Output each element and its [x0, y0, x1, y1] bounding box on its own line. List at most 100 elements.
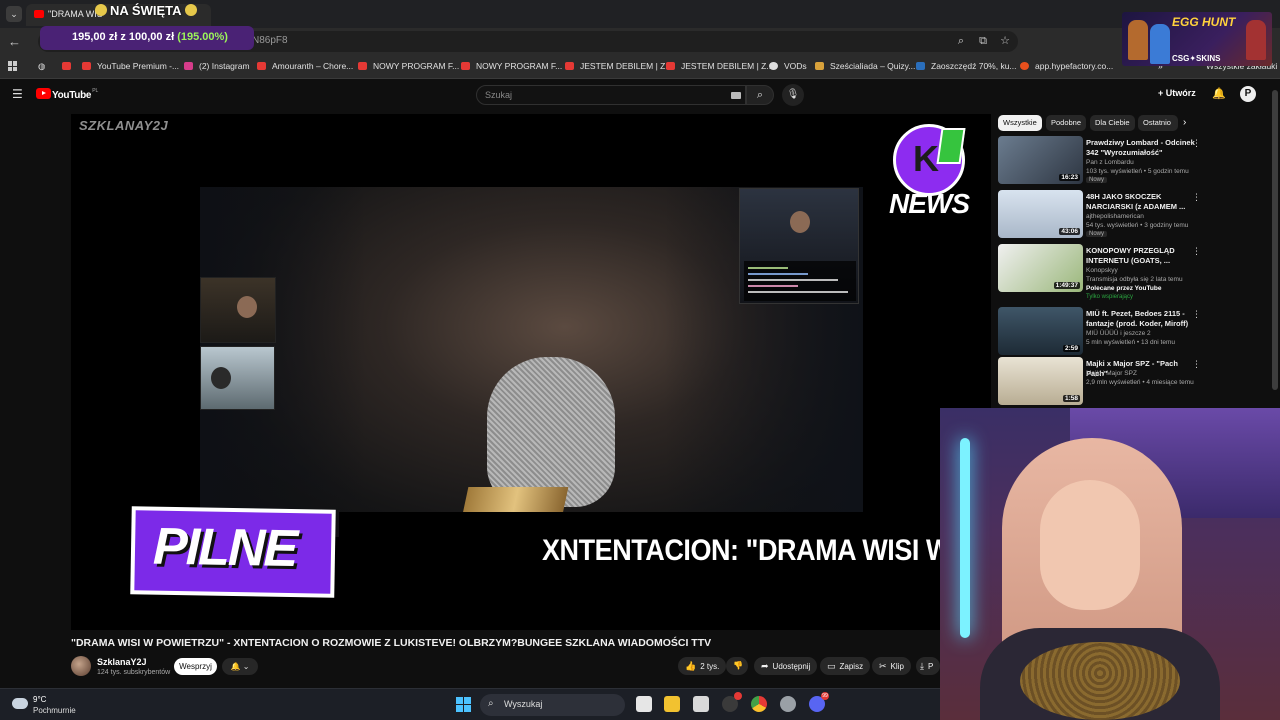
taskbar-search[interactable]: ⌕ Wyszukaj	[480, 694, 625, 716]
taskbar-search-label: Wyszukaj	[504, 699, 543, 709]
bookmark-item[interactable]: YouTube Premium -...	[82, 61, 179, 71]
rec-meta: 2,9 mln wyświetleń • 4 miesiące temu	[1086, 379, 1194, 386]
search-box	[476, 85, 746, 105]
like-button[interactable]: 👍 2 tys.	[678, 657, 727, 675]
windows-start-icon[interactable]	[456, 697, 471, 712]
chrome-icon[interactable]: ◍	[38, 61, 45, 72]
video-thumbnail[interactable]: 1:49:37	[998, 244, 1083, 292]
tab-search-button[interactable]: ⌄	[6, 6, 22, 22]
star-icon[interactable]: ☆	[998, 34, 1012, 48]
video-thumbnail[interactable]: 1:58	[998, 357, 1083, 405]
subscription-notifications-button[interactable]: 🔔 ⌄	[222, 658, 258, 675]
video-thumbnail[interactable]: 2:59	[998, 307, 1083, 355]
bookmark-item[interactable]: JESTEM DEBILEM | Z...	[565, 61, 672, 71]
chip-related[interactable]: Podobne	[1046, 115, 1087, 131]
ad-character	[1128, 20, 1148, 60]
more-options-icon[interactable]: ⋮	[1192, 246, 1201, 257]
share-button[interactable]: ➦ Udostępnij	[754, 657, 818, 675]
channel-name[interactable]: SzklanaY2J	[97, 657, 147, 667]
rec-channel[interactable]: Majki i Major SPZ	[1086, 370, 1137, 377]
video-thumbnail[interactable]: 43:06	[998, 190, 1083, 238]
zoom-icon[interactable]: ⌕	[954, 34, 968, 48]
bookmark-item[interactable]: Sześcialiada – Quizy...	[815, 61, 915, 71]
video-thumbnail[interactable]: 16:23	[998, 136, 1083, 184]
notifications-bell-icon[interactable]: 🔔	[1212, 87, 1226, 101]
rec-title[interactable]: KONOPOWY PRZEGLĄD INTERNETU (GOATS, ...	[1086, 246, 1196, 265]
recommended-video[interactable]: 16:23 Prawdziwy Lombard - Odcinek 342 "W…	[998, 136, 1268, 186]
ad-character	[1246, 20, 1266, 60]
rec-channel[interactable]: MIÜ ÜÜÜÜ i jeszcze 2	[1086, 330, 1151, 337]
support-button[interactable]: Wesprzyj	[174, 658, 217, 675]
rec-channel[interactable]: Konopskyy	[1086, 267, 1118, 274]
k-news-badge	[936, 128, 966, 164]
download-button[interactable]: ⤓ P	[916, 657, 940, 675]
apps-grid-icon[interactable]	[8, 61, 18, 71]
filter-chips: Wszystkie Podobne Dla Ciebie Ostatnio	[998, 115, 1268, 131]
chip-for-you[interactable]: Dla Ciebie	[1090, 115, 1135, 131]
channel-avatar[interactable]	[71, 656, 91, 676]
pilne-text: PILNE	[152, 517, 297, 579]
bookmark-item[interactable]: VODs	[769, 61, 807, 71]
rec-title[interactable]: 48H JAKO SKOCZEK NARCIARSKI (z ADAMEM ..…	[1086, 192, 1196, 211]
save-button[interactable]: ▭ Zapisz	[820, 657, 871, 675]
create-button[interactable]: + Utwórz	[1158, 88, 1196, 98]
donation-text: 195,00 zł z 100,00 zł (195.00%)	[72, 31, 228, 43]
voice-search-button[interactable]: 🎙	[782, 84, 804, 106]
keyboard-icon[interactable]	[731, 92, 741, 99]
clip-button[interactable]: ✂ Klip	[872, 657, 911, 675]
obs-icon[interactable]	[722, 692, 742, 712]
menu-icon[interactable]: ☰	[12, 88, 24, 100]
bookmark-item[interactable]: NOWY PROGRAM F...	[461, 61, 562, 71]
recommended-video[interactable]: 2:59 MIÜ ft. Pezet, Bedoes 2115 - fantaz…	[998, 307, 1268, 357]
youtube-favicon-icon	[82, 62, 91, 70]
subscriber-count: 124 tys. subskrybentów	[97, 669, 171, 676]
weather-temperature[interactable]: 9°C	[33, 695, 46, 704]
rec-meta: 103 tys. wyświetleń • 5 godzin temu	[1086, 168, 1189, 175]
chevron-down-icon: ⌄	[242, 662, 250, 671]
chip-all[interactable]: Wszystkie	[998, 115, 1042, 131]
back-arrow-icon[interactable]: ←	[8, 34, 24, 50]
chrome-icon[interactable]	[751, 696, 767, 712]
bookmark-item[interactable]: NOWY PROGRAM F...	[358, 61, 459, 71]
bookmark-item[interactable]: Zaoszczędź 70%, ku...	[916, 61, 1017, 71]
rec-title[interactable]: Prawdziwy Lombard - Odcinek 342 "Wyrozum…	[1086, 138, 1196, 157]
dislike-button[interactable]: 👎	[726, 657, 748, 675]
more-options-icon[interactable]: ⋮	[1192, 309, 1201, 320]
bookmark-item[interactable]: (2) Instagram	[184, 61, 250, 71]
rec-channel[interactable]: Pan z Lombardu	[1086, 159, 1134, 166]
chip-recent[interactable]: Ostatnio	[1138, 115, 1178, 131]
duration-badge: 1:58	[1062, 395, 1080, 402]
more-options-icon[interactable]: ⋮	[1192, 192, 1201, 203]
bookmark-item[interactable]	[62, 61, 77, 71]
discord-icon[interactable]: 99	[809, 692, 829, 712]
video-player[interactable]: SZKLANAY2J K NEWS PILNE XNTENTACION: "DR…	[71, 114, 991, 630]
account-avatar[interactable]: P	[1240, 86, 1256, 102]
settings-gear-icon[interactable]	[780, 696, 796, 712]
weather-description[interactable]: Pochmurnie	[33, 706, 76, 715]
search-button[interactable]: ⌕	[746, 85, 774, 105]
bookmark-item[interactable]: app.hypefactory.co...	[1020, 61, 1113, 71]
more-options-icon[interactable]: ⋮	[1192, 359, 1201, 370]
news-word: NEWS	[889, 188, 970, 219]
page-scrollbar[interactable]	[1272, 90, 1278, 390]
more-options-icon[interactable]: ⋮	[1192, 138, 1201, 149]
recommended-video[interactable]: 43:06 48H JAKO SKOCZEK NARCIARSKI (z ADA…	[998, 190, 1268, 240]
recommended-video[interactable]: 1:58 Majki x Major SPZ - "Pach Pach" Maj…	[998, 357, 1268, 407]
new-badge: Nowy	[1086, 177, 1108, 183]
chevron-right-icon[interactable]: ›	[1183, 117, 1186, 128]
task-view-icon[interactable]	[636, 696, 652, 712]
streamer-webcam	[940, 408, 1280, 720]
bookmark-item[interactable]: JESTEM DEBILEM | Z...	[666, 61, 773, 71]
recommended-video[interactable]: 1:49:37 KONOPOWY PRZEGLĄD INTERNETU (GOA…	[998, 244, 1268, 304]
easter-egg-icon	[95, 4, 107, 16]
search-input[interactable]	[477, 86, 697, 104]
cast-icon[interactable]: ⧉	[976, 34, 990, 48]
bookmark-item[interactable]: Amouranth – Chore...	[257, 61, 353, 71]
cloud-icon[interactable]	[12, 698, 28, 709]
rec-channel[interactable]: ajthepolishamerican	[1086, 213, 1144, 220]
file-explorer-icon[interactable]	[664, 696, 680, 712]
search-icon: ⌕	[488, 698, 494, 709]
store-icon[interactable]	[693, 696, 709, 712]
youtube-logo[interactable]: YouTubePL	[36, 88, 98, 102]
rec-title[interactable]: MIÜ ft. Pezet, Bedoes 2115 - fantazje (p…	[1086, 309, 1196, 328]
